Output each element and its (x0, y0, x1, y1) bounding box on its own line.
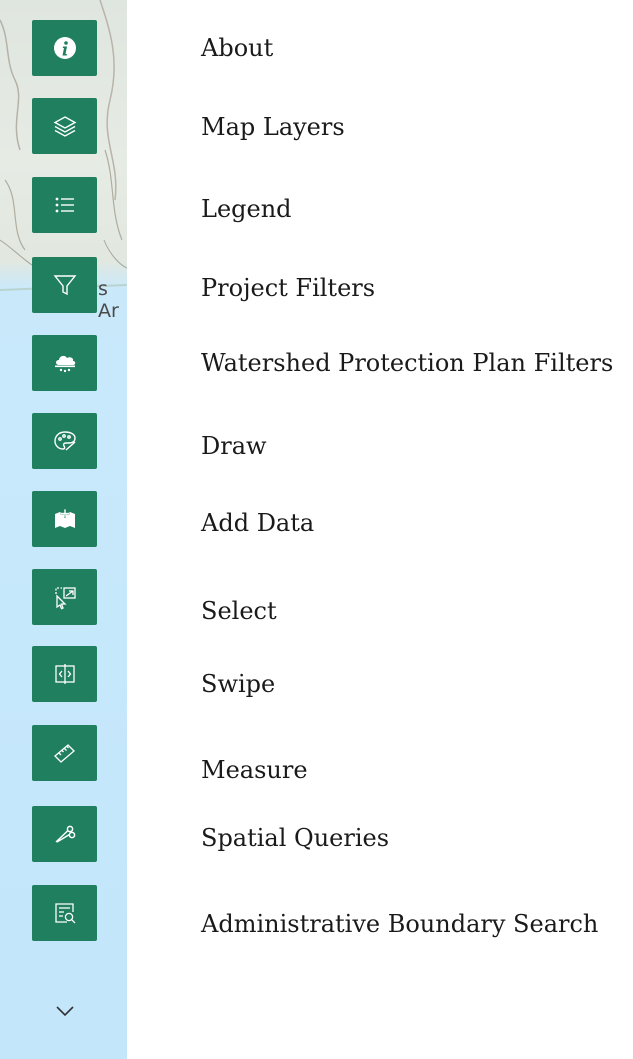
rain-cloud-icon (54, 355, 75, 373)
draw-button[interactable] (32, 413, 97, 469)
select-cursor-icon (54, 587, 76, 610)
project-filters-button[interactable] (32, 257, 97, 313)
swipe-button[interactable] (32, 646, 97, 702)
spatial-queries-button[interactable] (32, 806, 97, 862)
draw-label[interactable]: Draw (201, 431, 267, 461)
watershed-filters-label[interactable]: Watershed Protection Plan Filters (201, 348, 613, 378)
admin-boundary-search-label[interactable]: Administrative Boundary Search (201, 909, 598, 939)
info-icon (53, 37, 76, 59)
select-button[interactable] (32, 569, 97, 625)
map-layers-label[interactable]: Map Layers (201, 112, 345, 142)
legend-label[interactable]: Legend (201, 194, 292, 224)
measure-button[interactable] (32, 725, 97, 781)
watershed-filters-button[interactable] (32, 335, 97, 391)
layers-icon (53, 116, 76, 137)
project-filters-label[interactable]: Project Filters (201, 273, 375, 303)
spatial-queries-label[interactable]: Spatial Queries (201, 823, 389, 853)
about-label[interactable]: About (201, 33, 273, 63)
swipe-icon (54, 664, 75, 684)
ruler-icon (53, 744, 75, 763)
about-button[interactable] (32, 20, 97, 76)
select-label[interactable]: Select (201, 596, 277, 626)
palette-icon (53, 431, 76, 451)
more-tools-button[interactable] (50, 996, 80, 1026)
filter-icon (53, 275, 76, 296)
boundary-search-icon (54, 903, 75, 924)
add-data-icon (54, 509, 75, 528)
scissors-icon (54, 825, 75, 843)
add-data-button[interactable] (32, 491, 97, 547)
list-icon (55, 197, 74, 213)
chevron-down-icon (56, 1006, 74, 1017)
swipe-label[interactable]: Swipe (201, 669, 275, 699)
admin-boundary-search-button[interactable] (32, 885, 97, 941)
map-place-label: s Ar (98, 278, 119, 322)
measure-label[interactable]: Measure (201, 755, 308, 785)
add-data-label[interactable]: Add Data (201, 508, 314, 538)
legend-button[interactable] (32, 177, 97, 233)
map-layers-button[interactable] (32, 98, 97, 154)
